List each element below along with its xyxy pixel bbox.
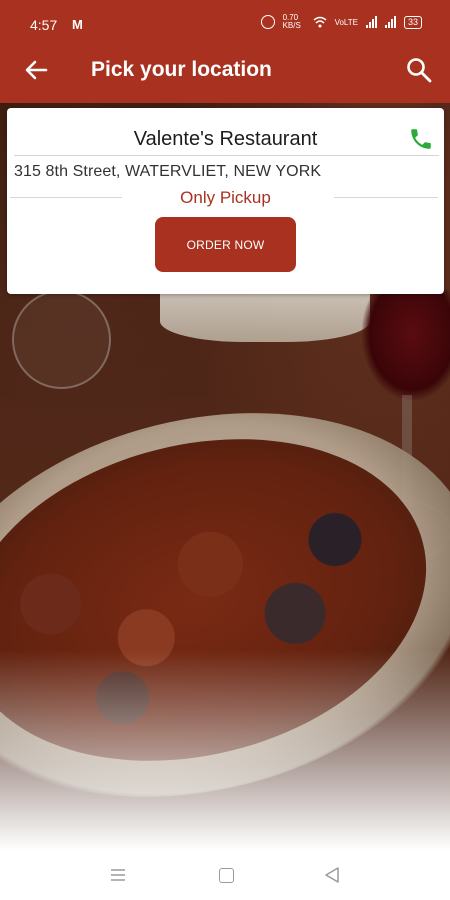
restaurant-name: Valente's Restaurant	[133, 128, 318, 150]
background-wine-glass	[362, 290, 450, 400]
background-plate	[160, 290, 370, 342]
back-arrow-icon[interactable]	[22, 56, 50, 84]
menu-icon[interactable]	[110, 869, 126, 881]
wifi-icon	[313, 16, 327, 28]
page-title: Pick your location	[91, 58, 272, 81]
card-divider	[14, 155, 439, 156]
system-nav-bar	[0, 850, 450, 900]
search-icon[interactable]	[405, 56, 433, 84]
order-now-button[interactable]: ORDER NOW	[155, 217, 296, 272]
service-type-label: Only Pickup	[180, 188, 271, 207]
status-icons: 0.70 KB/S VoLTE 33	[260, 13, 422, 30]
back-icon[interactable]	[323, 866, 341, 884]
restaurant-address: 315 8th Street, WATERVLIET, NEW YORK	[14, 163, 322, 180]
status-bar: 4:57 M 0.70 KB/S VoLTE 33	[0, 0, 450, 40]
restaurant-card: Valente's Restaurant 315 8th Street, WAT…	[7, 108, 444, 294]
carrier-icon: M	[72, 17, 83, 32]
status-time: 4:57	[30, 17, 58, 33]
volte-icon: VoLTE	[334, 17, 358, 27]
background-fade	[0, 650, 450, 850]
home-icon[interactable]	[219, 868, 234, 883]
phone-icon[interactable]	[408, 126, 434, 152]
app-header: 4:57 M 0.70 KB/S VoLTE 33 Pick your loca…	[0, 0, 450, 103]
signal-icon-1	[365, 16, 377, 28]
signal-icon-2	[384, 16, 396, 28]
background-glass	[12, 290, 111, 389]
network-speed: 0.70 KB/S	[282, 13, 301, 30]
alarm-icon	[260, 15, 275, 29]
battery-icon: 33	[403, 15, 422, 29]
